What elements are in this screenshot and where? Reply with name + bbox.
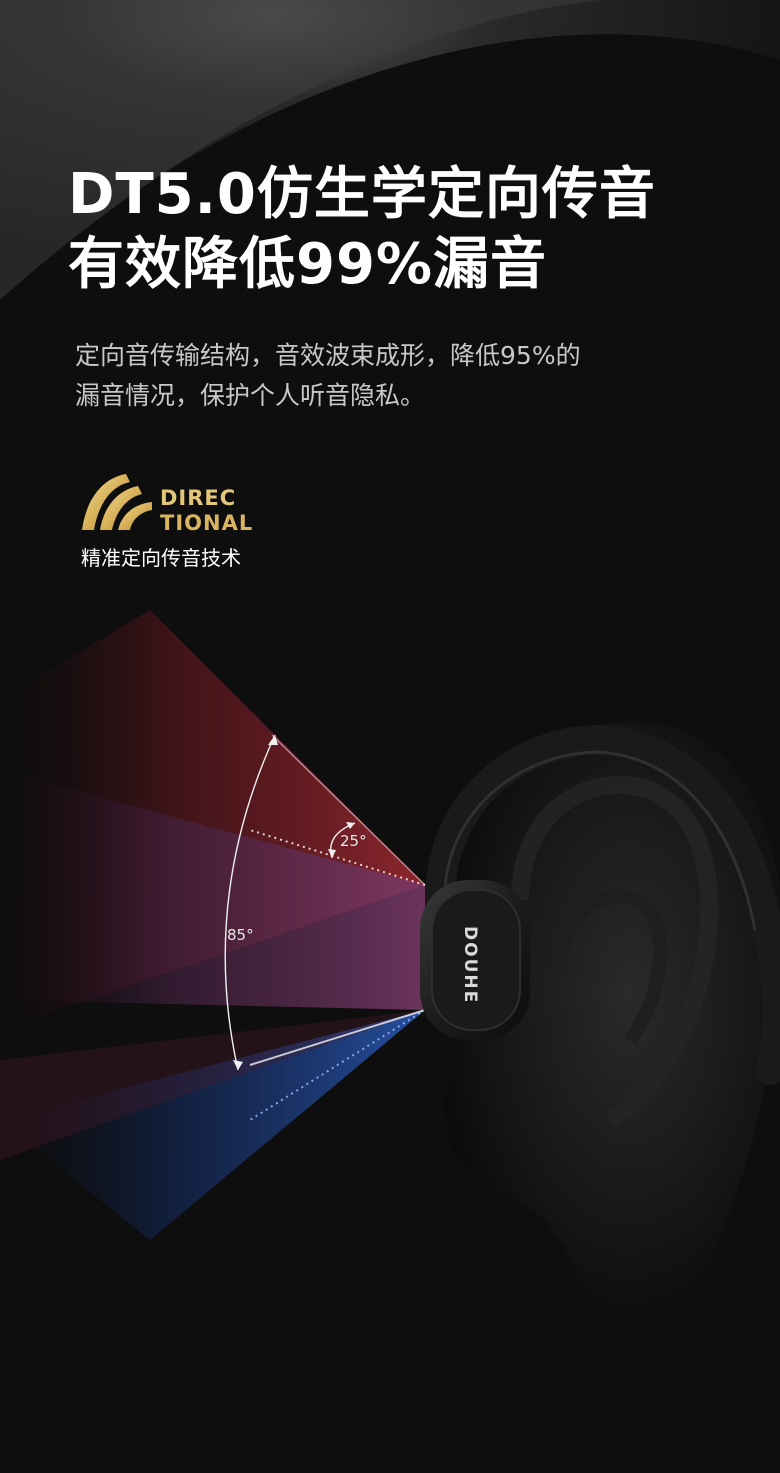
logo-wordmark: DIREC TIONAL <box>160 486 253 536</box>
earbud-brand-logo: DOUHE <box>460 925 480 1005</box>
feature-description: 定向音传输结构，音效波束成形，降低95%的 漏音情况，保护个人听音隐私。 <box>75 336 581 416</box>
title-line-2: 有效降低99%漏音 <box>68 232 548 297</box>
page-title: DT5.0仿生学定向传音 有效降低99%漏音 <box>68 160 656 300</box>
logo-caption: 精准定向传音技术 <box>81 546 241 570</box>
directional-logo: DIREC TIONAL 精准定向传音技术 <box>78 470 278 570</box>
product-feature-page: DT5.0仿生学定向传音 有效降低99%漏音 定向音传输结构，音效波束成形，降低… <box>0 0 780 1473</box>
title-line-1: DT5.0仿生学定向传音 <box>68 162 656 227</box>
narrow-angle-label: 25° <box>340 832 367 850</box>
logo-word-line-1: DIREC <box>160 486 237 510</box>
description-line-2: 漏音情况，保护个人听音隐私。 <box>75 381 426 410</box>
description-line-1: 定向音传输结构，音效波束成形，降低95%的 <box>75 341 581 370</box>
logo-word-line-2: TIONAL <box>160 511 254 535</box>
directional-logo-icon <box>82 474 152 530</box>
wide-angle-label: 85° <box>227 926 254 944</box>
